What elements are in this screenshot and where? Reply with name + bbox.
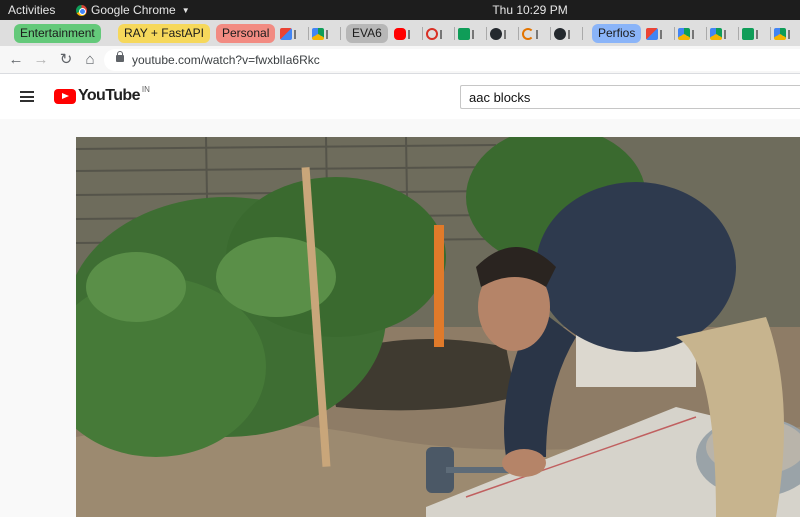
tab-drive-4[interactable] — [774, 26, 800, 42]
tab-github-2[interactable] — [554, 26, 583, 42]
menu-icon[interactable] — [20, 91, 34, 102]
address-bar[interactable]: youtube.com/watch?v=fwxblIa6Rkc — [104, 49, 800, 71]
tab-group-perfios[interactable]: Perfios — [592, 24, 642, 43]
tab-group-personal[interactable]: Personal — [216, 24, 276, 43]
forward-arrow-icon[interactable]: → — [33, 52, 49, 68]
tab-youtube[interactable] — [394, 26, 423, 42]
youtube-icon — [394, 28, 406, 40]
video-player[interactable] — [76, 137, 800, 517]
google-sheets-icon — [458, 28, 470, 40]
google-drive-icon — [312, 28, 324, 40]
tab-group-entertainment[interactable]: Entertainment — [14, 24, 101, 43]
search-input[interactable] — [461, 86, 800, 108]
loading-icon — [522, 28, 534, 40]
tab-drive[interactable] — [312, 26, 341, 42]
tab-gmail-2[interactable] — [646, 26, 675, 42]
google-drive-icon — [774, 28, 786, 40]
tab-drive-2[interactable] — [678, 26, 707, 42]
tab-sheets-2[interactable] — [742, 26, 771, 42]
github-icon — [490, 28, 502, 40]
url-text[interactable]: youtube.com/watch?v=fwxblIa6Rkc — [132, 53, 320, 67]
youtube-logo[interactable]: YouTube IN — [54, 84, 150, 105]
clock[interactable]: Thu 10:29 PM — [0, 3, 800, 17]
tab-drive-3[interactable] — [710, 26, 739, 42]
tab-target[interactable] — [426, 26, 455, 42]
youtube-header: YouTube IN — [0, 75, 800, 119]
browser-toolbar: ← → ↻ ⌂ youtube.com/watch?v=fwxblIa6Rkc — [0, 46, 800, 74]
tab-github[interactable] — [490, 26, 519, 42]
tab-loading[interactable] — [522, 26, 551, 42]
youtube-wordmark: YouTube — [78, 87, 140, 104]
youtube-play-icon — [54, 88, 76, 104]
video-frame — [76, 137, 800, 517]
search-box[interactable] — [460, 85, 800, 109]
lock-icon — [116, 51, 124, 62]
back-arrow-icon[interactable]: ← — [8, 52, 24, 68]
github-icon — [554, 28, 566, 40]
google-drive-icon — [710, 28, 722, 40]
tab-sheets[interactable] — [458, 26, 487, 42]
country-code: IN — [141, 84, 150, 94]
reload-icon[interactable]: ↻ — [58, 52, 74, 68]
google-drive-icon — [678, 28, 690, 40]
system-top-bar: Activities Google Chrome ▼ Thu 10:29 PM — [0, 0, 800, 20]
tab-strip: Entertainment RAY + FastAPI Personal EVA… — [0, 20, 800, 46]
home-icon[interactable]: ⌂ — [82, 52, 98, 68]
tab-group-eva6[interactable]: EVA6 — [346, 24, 388, 43]
gmail-icon — [646, 28, 658, 40]
target-icon — [426, 28, 438, 40]
tab-gmail[interactable] — [280, 26, 309, 42]
tab-group-ray-fastapi[interactable]: RAY + FastAPI — [118, 24, 210, 43]
gmail-icon — [280, 28, 292, 40]
google-sheets-icon — [742, 28, 754, 40]
